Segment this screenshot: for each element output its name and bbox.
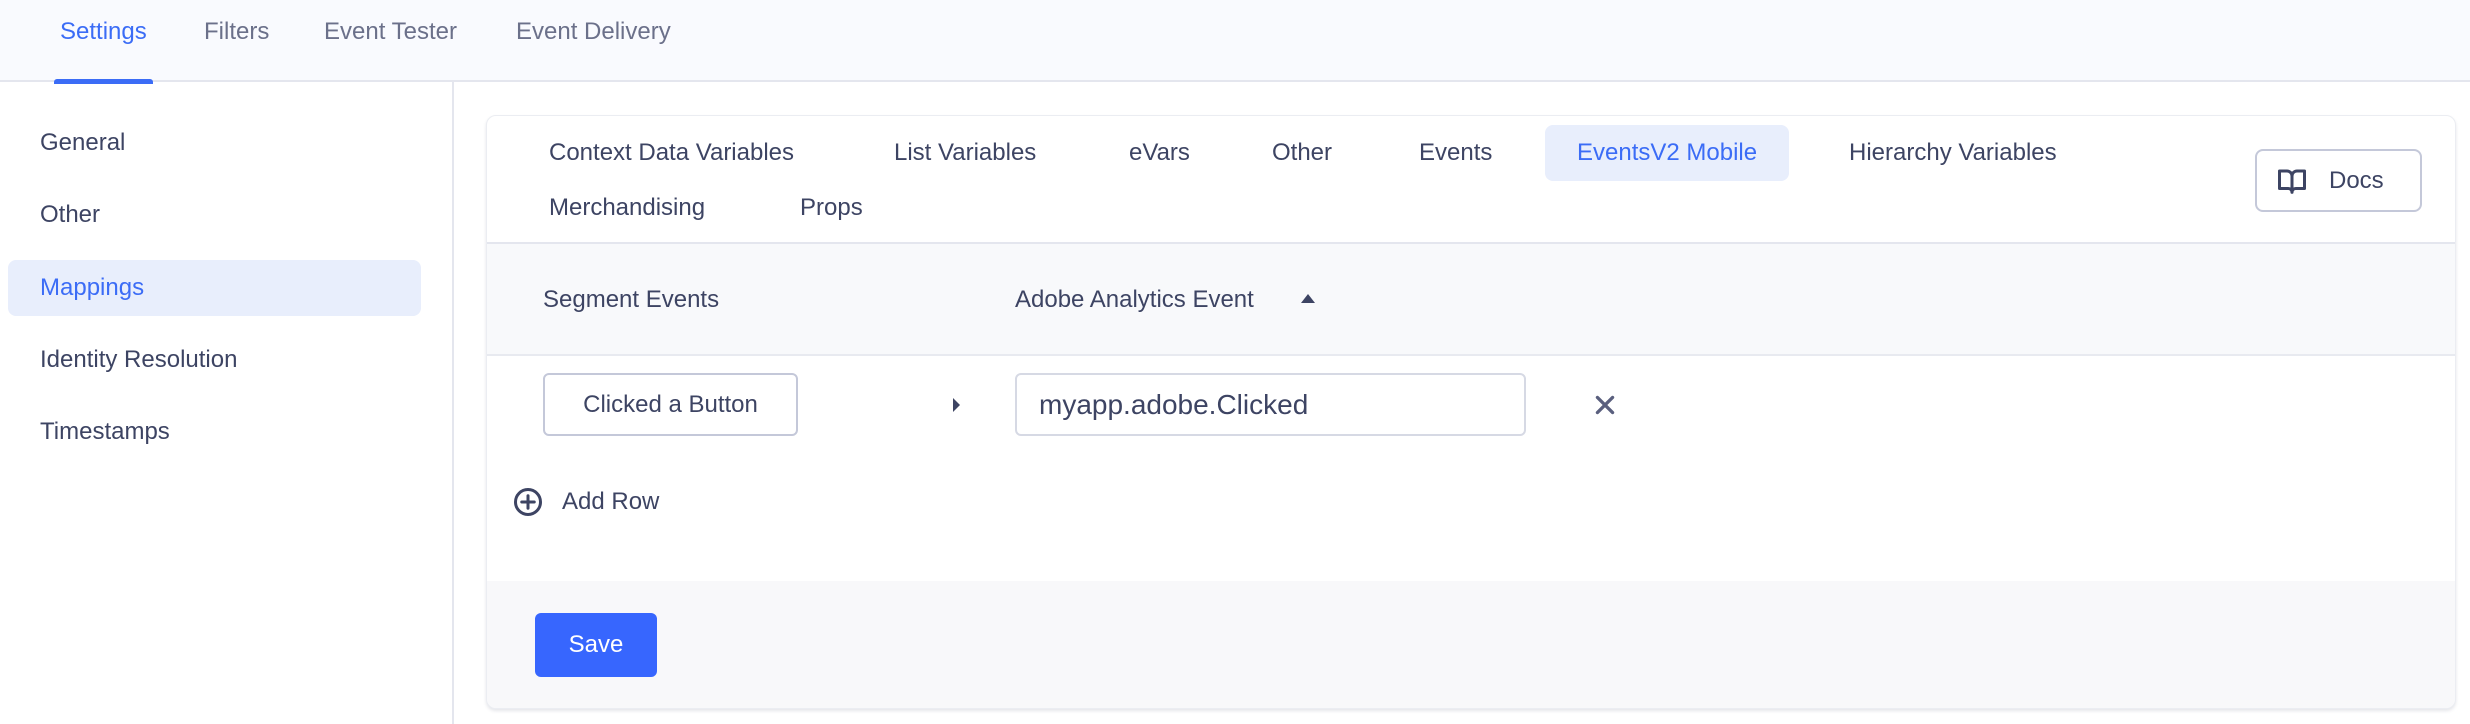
tab-event-delivery[interactable]: Event Delivery: [516, 0, 671, 82]
sidebar-item-mappings[interactable]: Mappings: [8, 260, 421, 316]
sort-ascending-icon[interactable]: [1301, 294, 1315, 303]
docs-label: Docs: [2329, 166, 2384, 194]
caret-right-icon: [953, 398, 960, 412]
plus-circle-icon: [514, 488, 542, 516]
mapping-tabs: Context Data Variables List Variables eV…: [487, 116, 2455, 244]
book-open-icon: [2278, 169, 2306, 194]
tab-hierarchy-variables[interactable]: Hierarchy Variables: [1849, 125, 2057, 181]
tab-merchandising[interactable]: Merchandising: [549, 180, 705, 236]
sidebar-item-other[interactable]: Other: [8, 187, 421, 243]
add-row-button[interactable]: Add Row: [513, 482, 659, 522]
sidebar-item-identity-resolution[interactable]: Identity Resolution: [8, 332, 421, 388]
tab-events[interactable]: Events: [1419, 125, 1492, 181]
top-nav: Settings Filters Event Tester Event Deli…: [0, 0, 2470, 84]
docs-button[interactable]: Docs: [2255, 149, 2422, 212]
tab-settings[interactable]: Settings: [54, 0, 153, 84]
card-footer: Save: [487, 581, 2455, 708]
sidebar-item-timestamps[interactable]: Timestamps: [8, 404, 421, 460]
adobe-event-input[interactable]: [1015, 373, 1526, 436]
tab-evars[interactable]: eVars: [1129, 125, 1190, 181]
save-button[interactable]: Save: [535, 613, 657, 677]
tab-props[interactable]: Props: [800, 180, 863, 236]
column-header-adobe-analytics-event[interactable]: Adobe Analytics Event: [1015, 244, 1254, 356]
mappings-card: Context Data Variables List Variables eV…: [486, 115, 2456, 709]
column-header-segment-events: Segment Events: [543, 286, 720, 313]
settings-sidebar: General Other Mappings Identity Resoluti…: [0, 82, 454, 724]
close-icon[interactable]: [1592, 392, 1618, 418]
add-row-label: Add Row: [562, 488, 660, 515]
tab-filters[interactable]: Filters: [204, 0, 269, 82]
tab-context-data-variables[interactable]: Context Data Variables: [549, 125, 794, 181]
tab-other[interactable]: Other: [1272, 125, 1332, 181]
segment-event-select[interactable]: Clicked a Button: [543, 373, 798, 436]
mapping-table-header: Segment Events Adobe Analytics Event: [487, 244, 2455, 356]
tab-event-tester[interactable]: Event Tester: [324, 0, 457, 82]
tab-eventsv2-mobile[interactable]: EventsV2 Mobile: [1545, 125, 1790, 181]
tab-list-variables[interactable]: List Variables: [894, 125, 1036, 181]
sidebar-item-general[interactable]: General: [8, 115, 421, 171]
